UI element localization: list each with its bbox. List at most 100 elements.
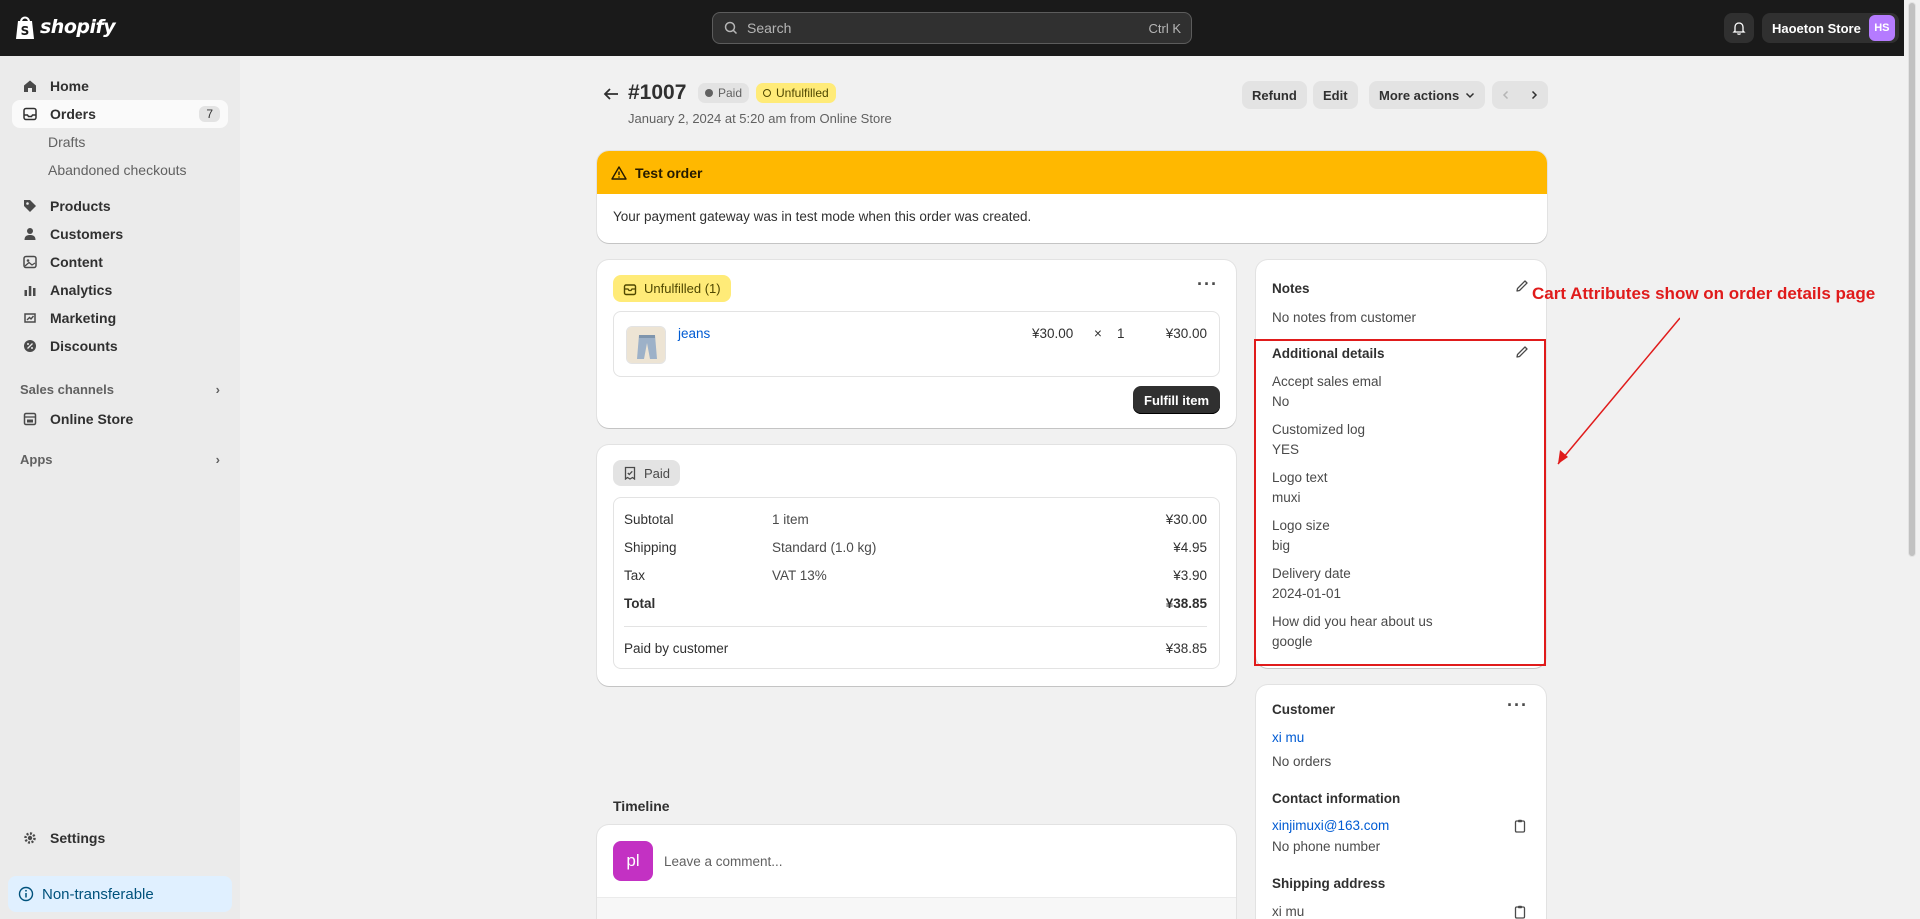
unfulfilled-badge-label: Unfulfilled (1) xyxy=(644,281,721,296)
row-label: Total xyxy=(624,596,656,611)
refund-button[interactable]: Refund xyxy=(1242,81,1307,109)
quantity: 1 xyxy=(1117,326,1125,341)
badge-label: Unfulfilled xyxy=(776,86,829,100)
row-amount: ¥30.00 xyxy=(1165,512,1207,527)
back-arrow-icon[interactable] xyxy=(600,84,622,104)
row-amount: ¥38.85 xyxy=(1165,641,1207,656)
row-label: Tax xyxy=(624,568,646,583)
sidebar-item-customers[interactable]: Customers xyxy=(12,220,228,248)
store-menu-button[interactable]: Haoeton Store HS xyxy=(1762,13,1899,43)
search-shortcut: Ctrl K xyxy=(1148,20,1182,36)
customer-email-link[interactable]: xinjimuxi@163.com xyxy=(1272,818,1389,833)
previous-order-button[interactable] xyxy=(1492,81,1520,109)
person-icon xyxy=(22,226,38,242)
product-link[interactable]: jeans xyxy=(678,326,710,341)
warning-icon xyxy=(611,165,627,180)
sidebar-item-abandoned-checkouts[interactable]: Abandoned checkouts xyxy=(48,162,187,178)
copy-icon[interactable] xyxy=(1512,904,1528,919)
receipt-icon xyxy=(624,466,636,480)
times-sign: × xyxy=(1094,326,1102,341)
gear-icon xyxy=(22,830,38,846)
sidebar-item-online-store[interactable]: Online Store xyxy=(12,405,228,433)
paid-badge-label: Paid xyxy=(644,465,671,481)
row-label: Shipping xyxy=(624,540,677,555)
page-scrollbar[interactable] xyxy=(1904,0,1920,919)
notifications-button[interactable] xyxy=(1724,13,1754,43)
next-order-button[interactable] xyxy=(1520,81,1548,109)
sidebar-item-content[interactable]: Content xyxy=(12,248,228,276)
sidebar-item-settings[interactable]: Settings xyxy=(12,824,228,852)
tax-row: Tax VAT 13% ¥3.90 xyxy=(624,568,1207,583)
chevron-right-icon: › xyxy=(215,382,220,397)
sidebar: Home Orders 7 Drafts Abandoned checkouts… xyxy=(0,56,240,919)
sidebar-item-discounts[interactable]: Discounts xyxy=(12,332,228,360)
paid-badge: Paid xyxy=(613,460,681,486)
sidebar-item-drafts[interactable]: Drafts xyxy=(48,134,85,150)
row-amount: ¥3.90 xyxy=(1173,568,1207,583)
orders-icon xyxy=(22,106,38,122)
chevron-right-icon xyxy=(1531,90,1538,100)
chevron-right-icon: › xyxy=(215,452,220,467)
product-thumbnail[interactable] xyxy=(626,326,666,364)
shipping-row: Shipping Standard (1.0 kg) ¥4.95 xyxy=(624,540,1207,555)
sidebar-item-label: Online Store xyxy=(50,411,134,427)
timeline-title: Timeline xyxy=(613,798,670,814)
chevron-left-icon xyxy=(1502,90,1509,100)
sidebar-item-label: Products xyxy=(50,198,111,214)
pencil-icon[interactable] xyxy=(1514,278,1530,294)
sidebar-section-sales-channels[interactable]: Sales channels › xyxy=(20,382,220,397)
chevron-down-icon xyxy=(1466,92,1475,99)
more-actions-button[interactable]: More actions xyxy=(1369,81,1486,109)
more-options-icon[interactable]: ··· xyxy=(1197,274,1218,295)
line-total: ¥30.00 xyxy=(1165,326,1207,341)
analytics-icon xyxy=(22,282,38,298)
comment-card: pl Leave a comment... xyxy=(597,825,1236,919)
highlight-box xyxy=(1254,339,1546,666)
notes-title: Notes xyxy=(1272,281,1310,296)
non-transferable-banner[interactable]: Non-transferable xyxy=(8,876,232,912)
subtotal-row: Subtotal 1 item ¥30.00 xyxy=(624,512,1207,527)
sidebar-section-apps[interactable]: Apps › xyxy=(20,452,220,467)
orders-count-badge: 7 xyxy=(199,106,220,122)
more-options-icon[interactable]: ··· xyxy=(1507,695,1528,716)
customer-title: Customer xyxy=(1272,702,1336,717)
sidebar-item-label: Home xyxy=(50,78,89,94)
shopify-logo[interactable]: S shopify xyxy=(14,14,116,40)
edit-button[interactable]: Edit xyxy=(1313,81,1358,109)
total-row: Total ¥38.85 xyxy=(624,596,1207,611)
scrollbar-thumb[interactable] xyxy=(1908,2,1916,557)
section-label: Sales channels xyxy=(20,382,114,397)
unit-price: ¥30.00 xyxy=(1032,326,1074,341)
fulfill-item-button[interactable]: Fulfill item xyxy=(1133,386,1220,414)
sidebar-item-marketing[interactable]: Marketing xyxy=(12,304,228,332)
banner-header: Test order xyxy=(597,151,1547,194)
customer-name-link[interactable]: xi mu xyxy=(1272,730,1304,745)
comment-input[interactable]: Leave a comment... xyxy=(664,854,783,869)
row-detail: VAT 13% xyxy=(772,568,827,583)
sidebar-item-analytics[interactable]: Analytics xyxy=(12,276,228,304)
shipping-address-title: Shipping address xyxy=(1272,876,1386,891)
store-avatar: HS xyxy=(1868,15,1895,41)
search-bar[interactable]: Search Ctrl K xyxy=(712,12,1192,44)
store-name: Haoeton Store xyxy=(1772,20,1861,36)
row-detail: Standard (1.0 kg) xyxy=(772,540,877,555)
sidebar-item-label: Analytics xyxy=(50,282,113,298)
sidebar-item-home[interactable]: Home xyxy=(12,72,228,100)
marketing-icon xyxy=(22,310,38,326)
customer-orders: No orders xyxy=(1272,754,1332,769)
line-item: jeans ¥30.00 × 1 ¥30.00 xyxy=(613,311,1220,377)
more-actions-label: More actions xyxy=(1379,87,1460,103)
comment-toolbar xyxy=(597,897,1236,919)
annotation-text: Cart Attributes show on order details pa… xyxy=(1532,284,1876,303)
svg-text:S: S xyxy=(21,24,30,38)
sidebar-item-products[interactable]: Products xyxy=(12,192,228,220)
copy-icon[interactable] xyxy=(1512,818,1528,834)
top-bar: S shopify Search Ctrl K Haoeton Store HS xyxy=(0,0,1920,56)
home-icon xyxy=(22,78,38,94)
order-number: #1007 xyxy=(628,81,687,104)
notes-empty: No notes from customer xyxy=(1272,310,1417,325)
sidebar-item-orders[interactable]: Orders 7 xyxy=(12,100,228,128)
section-label: Apps xyxy=(20,452,53,467)
package-icon xyxy=(623,283,637,295)
tag-icon xyxy=(22,198,38,214)
